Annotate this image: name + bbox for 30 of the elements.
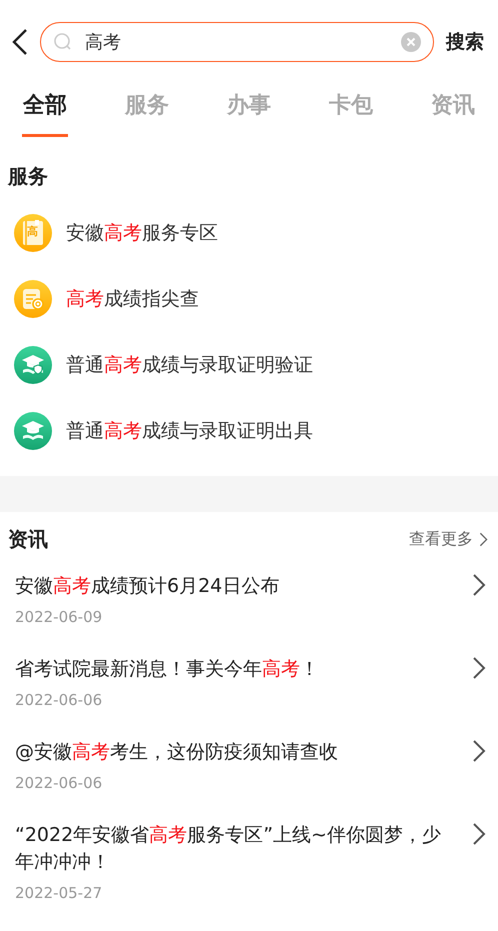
see-more-link[interactable]: 查看更多: [409, 529, 488, 550]
search-field[interactable]: 高考: [85, 32, 389, 52]
news-title[interactable]: @安徽高考考生，这份防疫须知请查收: [15, 739, 458, 766]
chevron-right-icon: [472, 573, 486, 597]
chevron-right-icon: [479, 532, 488, 547]
chevron-right-icon: [472, 656, 486, 680]
search-button[interactable]: 搜索: [446, 29, 484, 55]
graduation-cap-book-icon: [14, 412, 52, 450]
back-icon[interactable]: [12, 28, 28, 56]
graduation-cap-shield-icon: [14, 346, 52, 384]
news-date: 2022-06-06: [15, 691, 104, 709]
document-search-icon: [14, 280, 52, 318]
news-date: 2022-06-06: [15, 774, 104, 792]
chevron-right-icon: [472, 739, 486, 763]
search-bar[interactable]: 高考: [40, 22, 434, 62]
service-link[interactable]: 普通高考成绩与录取证明出具: [66, 418, 313, 444]
search-icon: [53, 32, 73, 52]
service-link[interactable]: 安徽高考服务专区: [66, 220, 218, 246]
news-date: 2022-06-09: [15, 608, 104, 626]
news-date: 2022-05-27: [15, 884, 104, 902]
news-title[interactable]: 省考试院最新消息！事关今年高考！: [15, 656, 458, 683]
news-title[interactable]: 安徽高考成绩预计6月24日公布: [15, 573, 458, 600]
section-title: 资讯: [8, 526, 48, 553]
chevron-right-icon: [472, 822, 486, 846]
news-title[interactable]: “2022年安徽省高考服务专区”上线~伴你圆梦，少年冲冲冲！: [15, 822, 458, 876]
notebook-icon: 高: [14, 214, 52, 252]
section-title: 服务: [8, 163, 49, 190]
service-link[interactable]: 高考成绩指尖查: [66, 286, 199, 312]
service-link[interactable]: 普通高考成绩与录取证明验证: [66, 352, 313, 378]
tab[interactable]: 全部: [22, 90, 68, 137]
